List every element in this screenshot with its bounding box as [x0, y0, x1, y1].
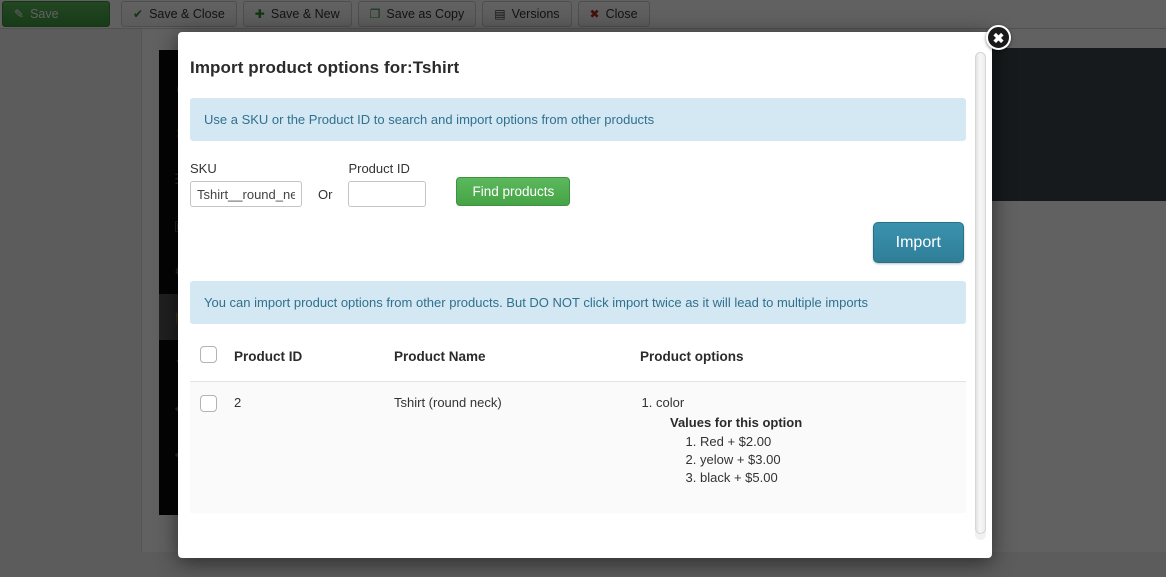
products-table-head: Product ID Product Name Product options [190, 346, 966, 382]
option-value-item: Red + $2.00 [700, 433, 966, 451]
product-id-field-group: Product ID [348, 161, 426, 207]
modal-scrollbar-track[interactable] [975, 52, 986, 540]
cell-product-id: 2 [234, 382, 394, 514]
header-product-name: Product Name [394, 346, 640, 382]
sku-field-group: SKU [190, 161, 302, 207]
product-id-input[interactable] [348, 181, 426, 207]
option-values-header: Values for this option [670, 415, 966, 430]
header-product-id: Product ID [234, 346, 394, 382]
modal-title: Import product options for:Tshirt [190, 58, 966, 78]
product-id-label: Product ID [348, 161, 426, 176]
search-form: SKU Or Product ID Find products [190, 161, 966, 207]
find-products-button[interactable]: Find products [456, 177, 570, 206]
select-all-cell [190, 346, 234, 382]
modal-body: Import product options for:Tshirt Use a … [178, 32, 992, 558]
table-header-row: Product ID Product Name Product options [190, 346, 966, 382]
screen-root: ✎Save✔Save & Close✚Save & New❐Save as Co… [0, 0, 1166, 577]
sku-label: SKU [190, 161, 302, 176]
option-list: color Values for this option Red + $2.00ye… [640, 395, 966, 487]
import-button-row: Import [190, 222, 966, 263]
products-table: Product ID Product Name Product options … [190, 346, 966, 513]
info-alert-bottom: You can import product options from othe… [190, 281, 966, 324]
cell-product-name: Tshirt (round neck) [394, 382, 640, 514]
import-product-options-modal: Import product options for:Tshirt Use a … [178, 32, 992, 558]
option-values-list: Red + $2.00yelow + $3.00black + $5.00 [656, 433, 966, 487]
info-alert-top: Use a SKU or the Product ID to search an… [190, 98, 966, 141]
close-modal-button[interactable]: ✖ [986, 25, 1011, 50]
table-row[interactable]: 2Tshirt (round neck) color Values for this… [190, 382, 966, 514]
option-name: color [656, 395, 966, 410]
header-product-options: Product options [640, 346, 966, 382]
option-item: color Values for this option Red + $2.00ye… [656, 395, 966, 487]
import-button[interactable]: Import [873, 222, 964, 263]
option-value-item: yelow + $3.00 [700, 451, 966, 469]
select-all-checkbox[interactable] [200, 346, 217, 363]
modal-scrollbar-thumb[interactable] [975, 52, 986, 534]
sku-input[interactable] [190, 181, 302, 207]
cell-product-options: color Values for this option Red + $2.00ye… [640, 382, 966, 514]
or-separator-label: Or [318, 187, 332, 202]
row-spacer [640, 487, 966, 513]
option-value-item: black + $5.00 [700, 469, 966, 487]
products-table-body: 2Tshirt (round neck) color Values for this… [190, 382, 966, 514]
row-select-cell [190, 382, 234, 514]
row-select-checkbox[interactable] [200, 395, 217, 412]
